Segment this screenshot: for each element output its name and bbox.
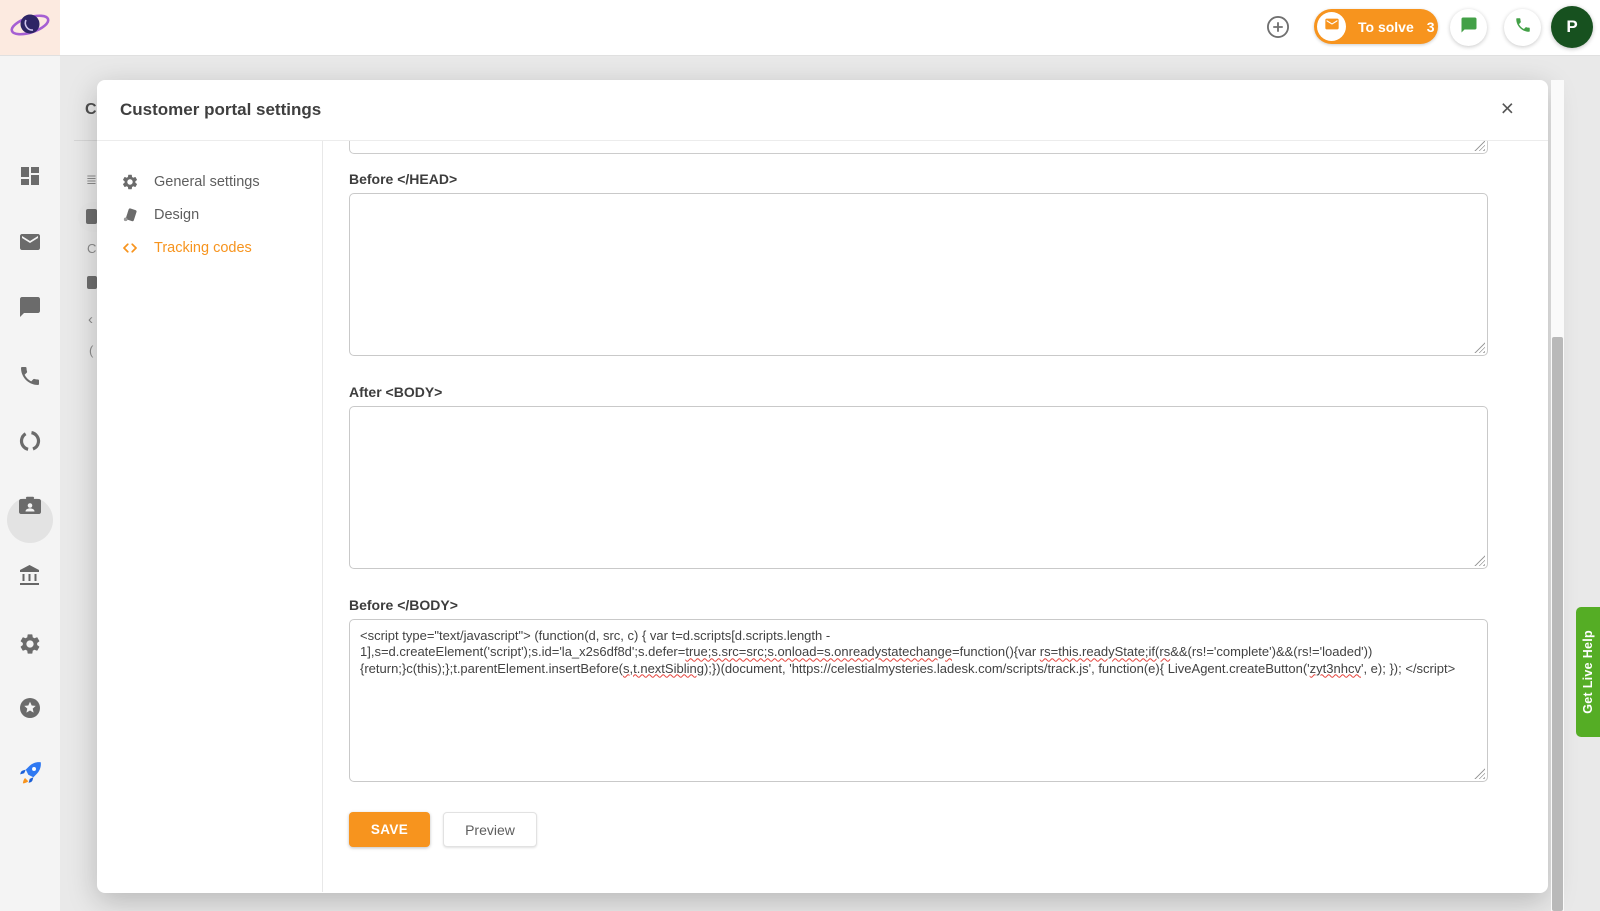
before-head-label: Before </HEAD> bbox=[349, 171, 1548, 187]
nav-item-label: Tracking codes bbox=[154, 240, 252, 256]
add-new-button[interactable] bbox=[1265, 14, 1291, 40]
before-body-label: Before </BODY> bbox=[349, 597, 1548, 613]
resize-grip-icon[interactable] bbox=[1474, 555, 1485, 566]
get-live-help-button[interactable]: Get Live Help bbox=[1576, 607, 1600, 737]
plus-circle-icon bbox=[1265, 27, 1291, 44]
modal-scrollbar-track[interactable] bbox=[1551, 80, 1564, 911]
before-body-textarea[interactable]: <script type="text/javascript"> (functio… bbox=[349, 619, 1488, 782]
modal-body: General settings Design Tracking codes bbox=[97, 141, 1548, 892]
chat-icon[interactable] bbox=[18, 295, 42, 319]
phone-icon bbox=[1514, 16, 1532, 39]
nav-item-design[interactable]: Design bbox=[97, 198, 322, 231]
modal-header: Customer portal settings × bbox=[97, 80, 1548, 141]
data-usage-icon[interactable] bbox=[18, 429, 42, 453]
to-solve-envelope-badge bbox=[1317, 12, 1346, 41]
user-avatar[interactable]: P bbox=[1551, 6, 1593, 48]
resize-grip-icon[interactable] bbox=[1474, 342, 1485, 353]
avatar-initial: P bbox=[1566, 17, 1577, 37]
gear-icon bbox=[121, 173, 139, 191]
tracking-codes-panel: Before </HEAD> After <BODY> Before </BOD… bbox=[323, 141, 1548, 892]
rocket-icon[interactable] bbox=[18, 759, 42, 783]
background-page-fragment bbox=[87, 276, 97, 289]
modal-title: Customer portal settings bbox=[120, 100, 321, 120]
get-live-help-label: Get Live Help bbox=[1581, 630, 1595, 714]
to-solve-label: To solve bbox=[1358, 19, 1414, 35]
after-body-label: After <BODY> bbox=[349, 384, 1548, 400]
chats-button[interactable] bbox=[1450, 9, 1487, 46]
nav-item-tracking-codes[interactable]: Tracking codes bbox=[97, 231, 322, 264]
style-card-icon bbox=[121, 206, 139, 224]
star-icon[interactable] bbox=[18, 696, 42, 720]
nav-item-general-settings[interactable]: General settings bbox=[97, 165, 322, 198]
resize-grip-icon[interactable] bbox=[1474, 768, 1485, 779]
dashboard-icon[interactable] bbox=[18, 164, 42, 188]
modal-nav: General settings Design Tracking codes bbox=[97, 141, 323, 892]
button-row: SAVE Preview bbox=[349, 812, 1548, 847]
code-icon bbox=[121, 239, 139, 257]
preview-button[interactable]: Preview bbox=[443, 812, 537, 847]
modal-scrollbar-thumb[interactable] bbox=[1552, 337, 1563, 911]
background-page-fragment: ≣ bbox=[86, 172, 97, 188]
mail-icon[interactable] bbox=[18, 230, 42, 254]
before-head-textarea[interactable] bbox=[349, 193, 1488, 356]
background-page-fragment: ‹ bbox=[88, 311, 93, 328]
contacts-icon[interactable] bbox=[18, 494, 42, 518]
app-sidebar bbox=[0, 56, 60, 911]
calls-icon[interactable] bbox=[18, 364, 42, 388]
background-page-fragment: C bbox=[87, 241, 96, 256]
portal-bank-icon[interactable] bbox=[18, 564, 42, 588]
scrolled-textarea-fragment bbox=[349, 141, 1488, 154]
after-body-textarea[interactable] bbox=[349, 406, 1488, 569]
app-logo[interactable] bbox=[0, 0, 60, 55]
background-page-heading-fragment: C bbox=[85, 101, 97, 119]
nav-item-label: Design bbox=[154, 207, 199, 223]
envelope-icon bbox=[1324, 16, 1340, 37]
resize-grip-icon[interactable] bbox=[1474, 141, 1485, 151]
calls-button[interactable] bbox=[1504, 9, 1541, 46]
nav-item-label: General settings bbox=[154, 174, 260, 190]
customer-portal-settings-modal: Customer portal settings × General setti… bbox=[97, 80, 1548, 893]
save-button[interactable]: SAVE bbox=[349, 812, 430, 847]
planet-logo-icon bbox=[9, 7, 51, 48]
background-page-divider bbox=[74, 140, 97, 141]
to-solve-button[interactable]: To solve 3 bbox=[1314, 9, 1438, 44]
close-icon[interactable]: × bbox=[1497, 93, 1518, 124]
settings-gear-icon[interactable] bbox=[18, 632, 42, 656]
topbar: To solve 3 P bbox=[0, 0, 1600, 56]
background-page-fragment: ( bbox=[89, 343, 93, 358]
chat-bubble-icon bbox=[1460, 16, 1478, 39]
background-page-fragment bbox=[86, 209, 97, 224]
to-solve-count: 3 bbox=[1427, 19, 1435, 35]
